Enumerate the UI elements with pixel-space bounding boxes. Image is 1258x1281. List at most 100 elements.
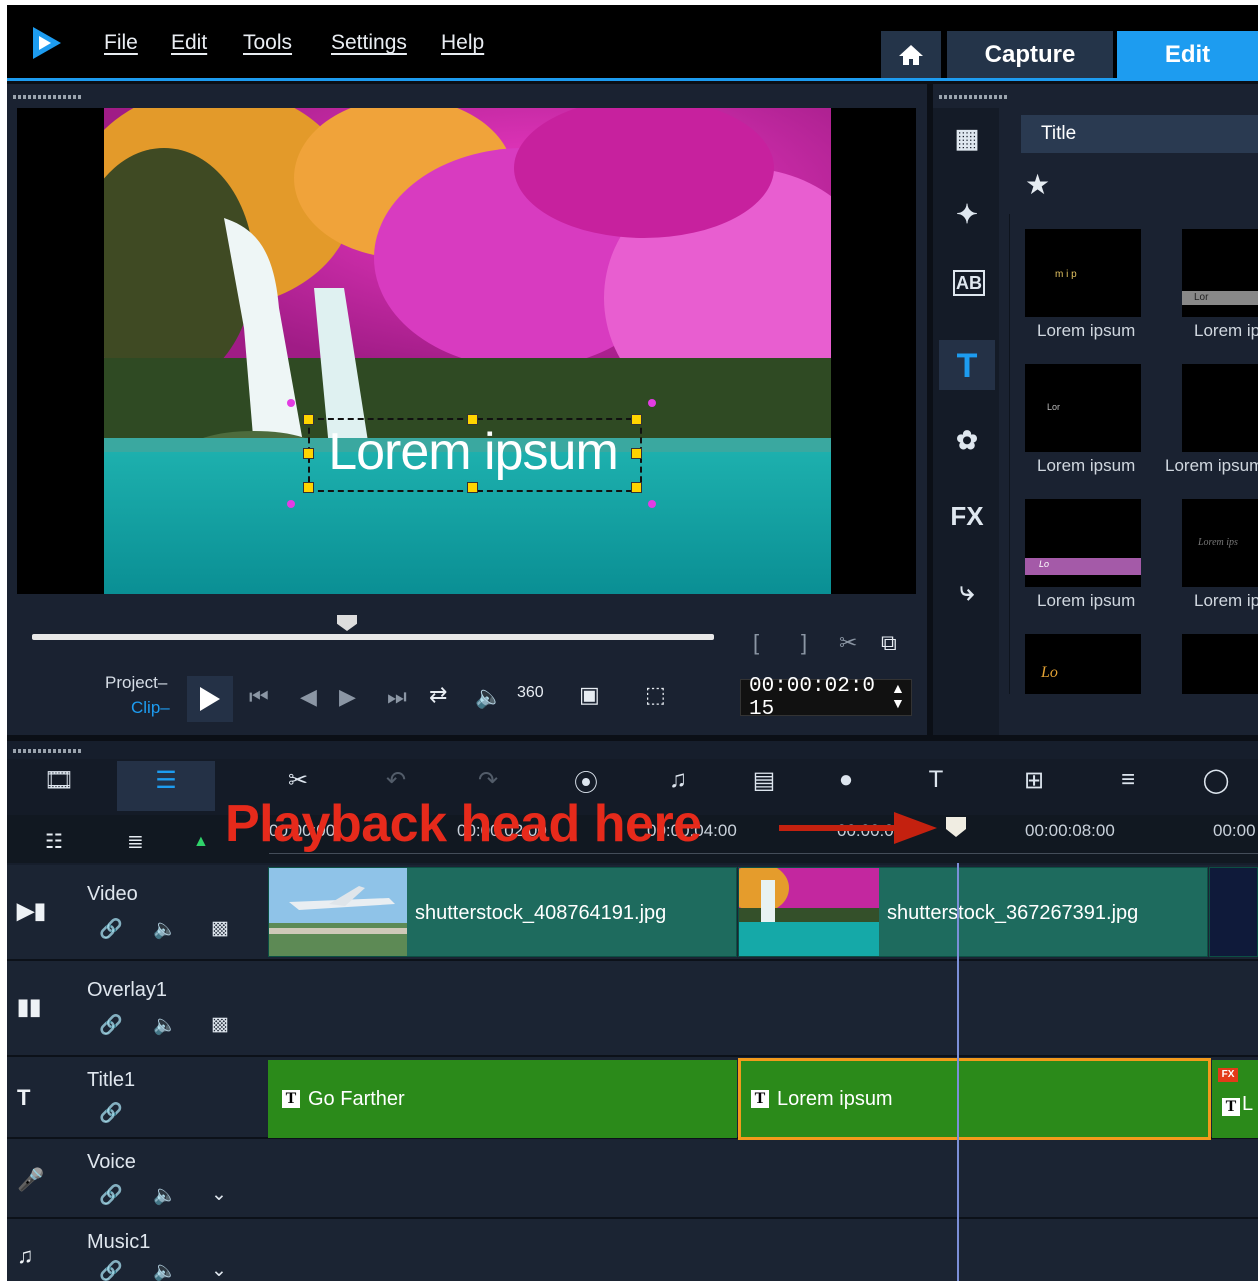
resize-handle[interactable]	[631, 482, 642, 493]
enlarge-preview-icon[interactable]: ⧉	[881, 630, 897, 656]
chapter-cue-icon[interactable]: ≣	[127, 829, 144, 854]
transparency-icon[interactable]: ▩	[211, 917, 229, 940]
project-mode-label[interactable]: Project–	[105, 673, 167, 693]
next-frame-icon[interactable]: ▶	[339, 684, 356, 710]
link-icon[interactable]: 🔗	[99, 1259, 123, 1281]
rotate-handle[interactable]	[287, 500, 295, 508]
transition-icon[interactable]: AB	[953, 270, 985, 296]
track-music[interactable]	[267, 1219, 1258, 1281]
multicam-icon[interactable]: ▤	[745, 763, 783, 797]
tab-capture[interactable]: Capture	[947, 31, 1113, 78]
subtitle-editor-icon[interactable]: T	[917, 763, 955, 797]
track-voice[interactable]	[267, 1139, 1258, 1219]
track-header-video[interactable]: ▶▮ Video 🔗 🔈 ▩	[7, 865, 267, 961]
library-thumb[interactable]: Lo	[1025, 499, 1141, 587]
panel-grip[interactable]	[939, 95, 1009, 99]
library-thumb[interactable]: Lo	[1025, 634, 1141, 694]
track-header-overlay[interactable]: ▮▮ Overlay1 🔗 🔈 ▩	[7, 961, 267, 1057]
fx-filter-icon[interactable]: FX	[949, 498, 985, 534]
link-icon[interactable]: 🔗	[99, 917, 123, 941]
scrubber-handle[interactable]	[337, 615, 357, 631]
library-thumb[interactable]: Lor	[1182, 229, 1258, 317]
motion-tracking-icon[interactable]: ●	[827, 763, 865, 797]
menu-help[interactable]: Help	[441, 31, 484, 55]
repeat-icon[interactable]: ⇄	[429, 682, 447, 708]
playhead-line[interactable]	[957, 863, 959, 1281]
resize-handle[interactable]	[303, 482, 314, 493]
video-clip[interactable]: shutterstock_367267391.jpg	[738, 867, 1208, 957]
sound-mixer-icon[interactable]: ♫	[659, 763, 697, 797]
title-clip-selected[interactable]: T Lorem ipsum	[738, 1058, 1211, 1140]
record-capture-icon[interactable]: ⦿	[567, 763, 605, 797]
clip-mode-label[interactable]: Clip–	[131, 698, 170, 718]
track-overlay[interactable]	[267, 961, 1258, 1057]
360-icon[interactable]: 360	[517, 684, 544, 702]
tools-icon[interactable]: ✂	[279, 763, 317, 797]
menu-tools[interactable]: Tools	[243, 31, 292, 55]
split-screen-icon[interactable]: ⊞	[1015, 763, 1053, 797]
library-thumb[interactable]	[1182, 364, 1258, 452]
resize-handle[interactable]	[467, 482, 478, 493]
expand-icon[interactable]: ⌄	[211, 1183, 227, 1206]
time-remap-icon[interactable]: ≡	[1109, 763, 1147, 797]
timecode-field[interactable]: 00:00:02:0 15	[740, 675, 912, 721]
ripple-edit-icon[interactable]: ▲	[193, 833, 209, 851]
instant-project-icon[interactable]: ✦	[949, 196, 985, 232]
library-thumb[interactable]: m i p	[1025, 229, 1141, 317]
undo-icon[interactable]: ↶	[377, 763, 415, 797]
home-button[interactable]	[881, 31, 941, 78]
video-clip[interactable]	[1209, 867, 1258, 957]
resize-handle[interactable]	[631, 448, 642, 459]
track-manager-icon[interactable]: ☷	[45, 829, 63, 854]
library-thumb[interactable]: Lor	[1025, 364, 1141, 452]
title-icon[interactable]: T	[949, 347, 985, 385]
go-end-icon[interactable]: ⏭	[387, 684, 407, 710]
redo-icon[interactable]: ↷	[469, 763, 507, 797]
add-favorite-icon[interactable]: ★	[1025, 168, 1050, 201]
path-icon[interactable]: ⤷	[949, 574, 985, 610]
link-icon[interactable]: 🔗	[99, 1013, 123, 1037]
mute-icon[interactable]: 🔈	[153, 917, 177, 941]
link-icon[interactable]: 🔗	[99, 1183, 123, 1207]
mute-icon[interactable]: 🔈	[153, 1259, 177, 1281]
link-icon[interactable]: 🔗	[99, 1101, 123, 1125]
preview-viewer[interactable]: Lorem ipsum	[17, 108, 916, 594]
crop-icon[interactable]: ⬚	[645, 682, 666, 708]
library-category-dropdown[interactable]: Title	[1021, 115, 1258, 153]
panel-grip[interactable]	[13, 95, 83, 99]
mask-creator-icon[interactable]: ◯	[1197, 763, 1235, 797]
expand-icon[interactable]: ⌄	[211, 1259, 227, 1281]
resize-handle[interactable]	[303, 448, 314, 459]
menu-edit[interactable]: Edit	[171, 31, 207, 55]
split-clip-icon[interactable]: ✂	[839, 630, 857, 656]
resize-handle[interactable]	[303, 414, 314, 425]
mark-out-icon[interactable]: ]	[801, 630, 807, 656]
mark-in-icon[interactable]: [	[753, 630, 759, 656]
mute-icon[interactable]: 🔈	[153, 1013, 177, 1037]
rotate-handle[interactable]	[287, 399, 295, 407]
go-start-icon[interactable]: ⏮	[249, 684, 269, 710]
menu-file[interactable]: File	[104, 31, 138, 55]
track-header-music[interactable]: ♫ Music1 🔗 🔈 ⌄	[7, 1219, 267, 1281]
transparency-icon[interactable]: ▩	[211, 1013, 229, 1036]
storyboard-view-icon[interactable]: 🎞	[40, 763, 78, 797]
preview-scrubber[interactable]	[32, 634, 714, 640]
track-header-voice[interactable]: 🎤 Voice 🔗 🔈 ⌄	[7, 1139, 267, 1219]
title-clip[interactable]: T Go Farther	[268, 1060, 737, 1138]
resize-handle[interactable]	[467, 414, 478, 425]
resize-handle[interactable]	[631, 414, 642, 425]
aspect-ratio-icon[interactable]: ▣	[579, 682, 600, 708]
library-thumb[interactable]	[1182, 634, 1258, 694]
rotate-handle[interactable]	[648, 399, 656, 407]
video-clip[interactable]: shutterstock_408764191.jpg	[268, 867, 737, 957]
prev-frame-icon[interactable]: ◀	[300, 684, 317, 710]
track-header-title[interactable]: T Title1 🔗	[7, 1057, 267, 1139]
menu-settings[interactable]: Settings	[331, 31, 407, 55]
volume-icon[interactable]: 🔈	[475, 684, 502, 710]
title-clip[interactable]: FX T L	[1212, 1060, 1258, 1138]
play-button[interactable]	[187, 676, 233, 722]
timeline-view-icon[interactable]: ☰	[147, 763, 185, 797]
library-thumb[interactable]: Lorem ips	[1182, 499, 1258, 587]
mute-icon[interactable]: 🔈	[153, 1183, 177, 1207]
graphics-icon[interactable]: ✿	[949, 422, 985, 458]
